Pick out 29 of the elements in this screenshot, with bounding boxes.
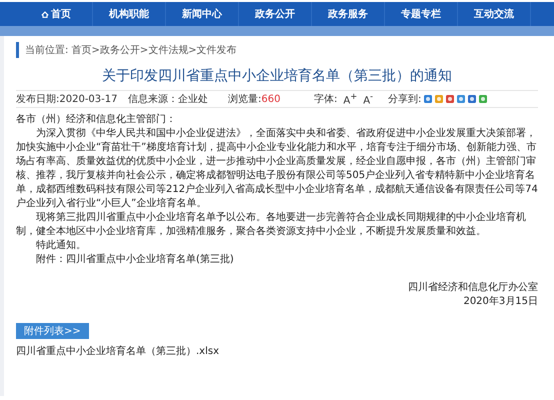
home-icon bbox=[41, 10, 49, 18]
attachment-name: 四川省重点中小企业培育名单(第三批) bbox=[66, 254, 234, 265]
share-icon[interactable] bbox=[446, 95, 454, 103]
share-icon[interactable] bbox=[424, 95, 432, 103]
share-icon[interactable] bbox=[435, 95, 444, 103]
publish-date: 发布日期:2020-03-17 bbox=[16, 92, 118, 106]
share-icon[interactable] bbox=[468, 95, 476, 103]
share-label: 分享到: bbox=[388, 92, 422, 106]
source-label: 信息来源： bbox=[128, 94, 178, 105]
paragraph: 特此通知。 bbox=[35, 239, 87, 253]
paragraph: 现将第三批四川省重点中小企业培育名单予以公布。各地要进一步完善符合企业成长同期规律的中小企业培育机制，健全本地区中小企业培育库，加强精准服务，聚合各类资源支持中小企业，不断提升发展质量和效益。 bbox=[16, 211, 527, 239]
font-size-label: 字体: bbox=[314, 92, 338, 106]
breadcrumb: 当前位置: 首页>政务公开>文件法规>文件发布 bbox=[25, 44, 237, 57]
source-value: 企业处 bbox=[178, 94, 208, 105]
salutation: 各市（州）经济和信息化主管部门： bbox=[16, 113, 177, 127]
paragraph: 为深入贯彻《中华人民共和国中小企业促进法》，全面落实中央和省委、省政府促进中小企业发展重大决策部署，加快实施中小企业“育苗壮干”梯度培育计划，提高中小企业专业化能力和水平，培育专注于细分市场、创新能力强、市场占有率高、质量效益优的优质中小企业，进一步推动中小企业高质量发展，经企业自愿申报，各市（州）主管部门审核、推荐，我厅复核并向社会公示，确定将成都智明达电子股份有限公司等505户企业列入省专精特新中小企业培育名单，成都西维数码科技有限公司等212户企业列入省高成长型中小企业培育名单，成都航天通信设备有限责任公司等74户企业列入省行业“小巨人”企业培育名单。 bbox=[16, 127, 538, 211]
signature-date: 2020年3月15日 bbox=[463, 295, 538, 309]
attachment-label: 附件： bbox=[36, 254, 66, 265]
font-increase-button[interactable]: A$^{+}$ bbox=[343, 91, 358, 107]
accent-bar bbox=[16, 42, 19, 58]
attachment-list-heading: 附件列表>> bbox=[16, 323, 89, 339]
file-link[interactable]: 四川省重点中小企业培育名单（第三批）.xlsx bbox=[16, 344, 220, 358]
views-count: 660 bbox=[261, 94, 280, 105]
views-label: 浏览量: bbox=[228, 94, 262, 105]
share-icon[interactable] bbox=[479, 95, 488, 103]
article-title: 关于印发四川省重点中小企业培育名单（第三批）的通知 bbox=[101, 67, 453, 86]
share-icon[interactable] bbox=[457, 95, 466, 103]
font-decrease-button[interactable]: A$^{-}$ bbox=[363, 91, 374, 107]
signature: 四川省经济和信息化厅办公室 bbox=[408, 281, 538, 295]
